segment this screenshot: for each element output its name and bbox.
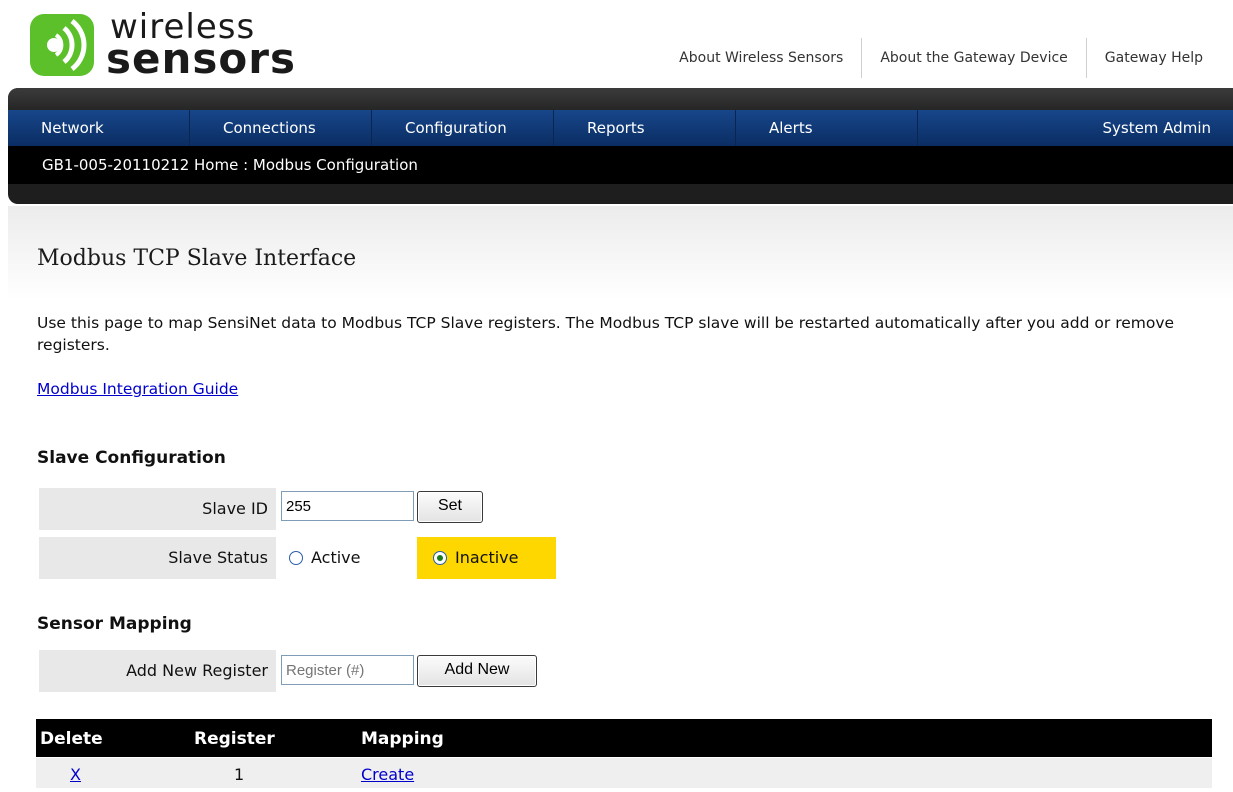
nav-item-alerts[interactable]: Alerts — [736, 110, 918, 146]
sensor-mapping-heading: Sensor Mapping — [37, 614, 192, 634]
nav-item-connections[interactable]: Connections — [190, 110, 372, 146]
brand-logo: wireless sensors — [28, 10, 328, 82]
delete-register-link[interactable]: X — [70, 758, 81, 792]
column-header-mapping: Mapping — [361, 729, 444, 749]
active-radio-label[interactable]: Active — [311, 548, 361, 567]
inactive-radio[interactable] — [433, 551, 447, 565]
create-mapping-link[interactable]: Create — [361, 758, 414, 792]
intro-text: Use this page to map SensiNet data to Mo… — [37, 314, 1175, 354]
link-gateway-help[interactable]: Gateway Help — [1087, 38, 1221, 78]
link-about-gateway-device[interactable]: About the Gateway Device — [862, 38, 1085, 78]
column-header-register: Register — [194, 729, 275, 749]
modbus-guide-link[interactable]: Modbus Integration Guide — [37, 380, 238, 398]
breadcrumb-text: GB1-005-20110212 Home : Modbus Configura… — [42, 156, 418, 174]
nav-gloss — [8, 88, 1233, 110]
nav-item-configuration[interactable]: Configuration — [372, 110, 554, 146]
column-header-delete: Delete — [40, 729, 103, 749]
nav-item-label: Network — [41, 119, 104, 137]
main-nav: Network Connections Configuration Report… — [8, 88, 1233, 204]
slave-id-label: Slave ID — [39, 488, 276, 530]
add-new-register-label: Add New Register — [39, 650, 276, 692]
mapping-table-header: Delete Register Mapping — [36, 719, 1212, 757]
slave-configuration-heading: Slave Configuration — [37, 448, 226, 468]
link-about-wireless-sensors[interactable]: About Wireless Sensors — [661, 38, 861, 78]
table-row: X 1 Create — [36, 758, 1212, 788]
top-links: About Wireless Sensors About the Gateway… — [661, 38, 1221, 78]
nav-item-label: Reports — [587, 119, 645, 137]
nav-item-label: Configuration — [405, 119, 507, 137]
set-button[interactable]: Set — [417, 491, 483, 523]
nav-item-reports[interactable]: Reports — [554, 110, 736, 146]
brand-word-sensors: sensors — [106, 34, 296, 83]
nav-item-system-admin[interactable]: System Admin — [1098, 110, 1233, 146]
nav-item-label: System Admin — [1102, 119, 1211, 137]
wireless-sensors-logo-icon — [30, 14, 94, 76]
slave-id-input[interactable] — [281, 491, 414, 521]
register-number: 1 — [234, 765, 245, 784]
page-title: Modbus TCP Slave Interface — [37, 246, 357, 271]
nav-bar: Network Connections Configuration Report… — [8, 110, 1233, 146]
slave-status-label: Slave Status — [39, 537, 276, 579]
register-input[interactable] — [281, 655, 414, 685]
active-radio[interactable] — [289, 551, 303, 565]
breadcrumb: GB1-005-20110212 Home : Modbus Configura… — [8, 146, 1233, 184]
nav-item-network[interactable]: Network — [8, 110, 190, 146]
nav-item-label: Connections — [223, 119, 316, 137]
inactive-radio-label[interactable]: Inactive — [455, 548, 519, 567]
nav-item-label: Alerts — [769, 119, 813, 137]
add-new-button[interactable]: Add New — [417, 655, 537, 687]
